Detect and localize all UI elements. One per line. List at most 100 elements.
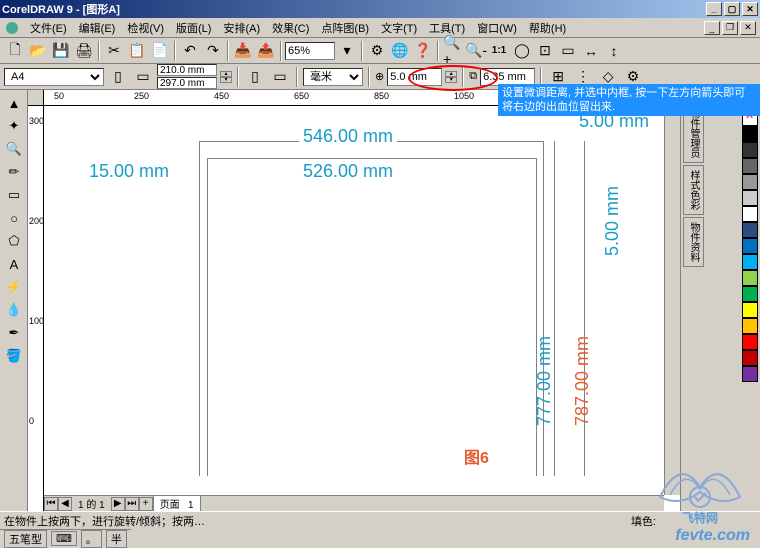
paper-size-select[interactable]: A4 (4, 68, 104, 86)
freehand-tool[interactable]: ✏ (2, 161, 26, 183)
menu-window[interactable]: 窗口(W) (471, 18, 523, 38)
minimize-button[interactable]: _ (706, 2, 722, 16)
text-tool[interactable]: A (2, 253, 26, 275)
zoom-out-button[interactable]: 🔍- (465, 40, 487, 62)
docker-tab-3[interactable]: 物件资料 (683, 217, 704, 267)
import-button[interactable]: 📥 (232, 40, 254, 62)
corel-online-button[interactable]: 🌐 (389, 40, 411, 62)
page-prev-button[interactable]: ◀ (58, 497, 72, 511)
redo-button[interactable]: ↷ (202, 40, 224, 62)
color-swatch[interactable] (742, 286, 758, 302)
drawing-canvas[interactable]: 546.00 mm 526.00 mm 15.00 mm 5.00 mm 5.0… (44, 106, 680, 511)
color-swatch[interactable] (742, 206, 758, 222)
color-swatch[interactable] (742, 142, 758, 158)
color-swatch[interactable] (742, 222, 758, 238)
save-button[interactable]: 💾 (50, 40, 72, 62)
nudge-input[interactable] (387, 68, 442, 86)
menu-text[interactable]: 文字(T) (375, 18, 423, 38)
page-first-button[interactable]: ⏮ (44, 497, 58, 511)
ime-punct-icon[interactable]: 。 (81, 530, 102, 548)
zoom-all-button[interactable]: ⊡ (534, 40, 556, 62)
page-add-button[interactable]: + (139, 497, 153, 511)
color-swatch[interactable] (742, 126, 758, 142)
workspace: ▲ ✦ 🔍 ✏ ▭ ○ ⬠ A ⚡ 💧 ✒ 🪣 50 250 450 650 8… (0, 90, 760, 511)
right-panel: ✕ 物件管理员 样式色彩 物件资料 ✕ (680, 90, 760, 511)
page-next-button[interactable]: ▶ (111, 497, 125, 511)
print-button[interactable]: 🖨 (73, 40, 95, 62)
export-button[interactable]: 📤 (255, 40, 277, 62)
zoom-tool[interactable]: 🔍 (2, 138, 26, 160)
vertical-ruler[interactable]: 300 200 100 0 (28, 106, 44, 511)
page-tab-1[interactable]: 页面 1 (153, 495, 201, 511)
zoom-in-button[interactable]: 🔍+ (442, 40, 464, 62)
rectangle-tool[interactable]: ▭ (2, 184, 26, 206)
zoom-input[interactable] (285, 42, 335, 60)
units-select[interactable]: 毫米 (303, 68, 363, 86)
page-last-button[interactable]: ⏭ (125, 497, 139, 511)
menu-arrange[interactable]: 安排(A) (217, 18, 266, 38)
spin-down[interactable]: ▾ (220, 77, 232, 83)
color-swatch[interactable] (742, 158, 758, 174)
landscape-button[interactable]: ▭ (132, 66, 154, 88)
color-swatch[interactable] (742, 334, 758, 350)
whatsthis-button[interactable]: ❓ (412, 40, 434, 62)
orient-landscape-icon[interactable]: ▭ (269, 66, 291, 88)
color-swatch[interactable] (742, 350, 758, 366)
ime-name[interactable]: 五笔型 (4, 530, 47, 548)
polygon-tool[interactable]: ⬠ (2, 230, 26, 252)
menu-bitmap[interactable]: 点阵图(B) (315, 18, 375, 38)
color-swatch[interactable] (742, 302, 758, 318)
eyedropper-tool[interactable]: 💧 (2, 299, 26, 321)
launch-button[interactable]: ⚙ (366, 40, 388, 62)
shape-tool[interactable]: ✦ (2, 115, 26, 137)
zoom-width-button[interactable]: ↔ (580, 40, 602, 62)
doc-close-button[interactable]: ✕ (740, 21, 756, 35)
menu-layout[interactable]: 版面(L) (170, 18, 217, 38)
ruler-origin[interactable] (28, 90, 44, 106)
outline-tool[interactable]: ✒ (2, 322, 26, 344)
color-swatch[interactable] (742, 318, 758, 334)
docker-tab-2[interactable]: 样式色彩 (683, 165, 704, 215)
portrait-button[interactable]: ▯ (107, 66, 129, 88)
color-swatch[interactable] (742, 254, 758, 270)
inner-frame-rect[interactable] (207, 158, 537, 476)
pick-tool[interactable]: ▲ (2, 92, 26, 114)
menu-help[interactable]: 帮助(H) (523, 18, 572, 38)
undo-button[interactable]: ↶ (179, 40, 201, 62)
doc-minimize-button[interactable]: _ (704, 21, 720, 35)
page-width-input[interactable] (157, 64, 217, 76)
zoom-sel-button[interactable]: ◯ (511, 40, 533, 62)
copy-button[interactable]: 📋 (126, 40, 148, 62)
page-height-input[interactable] (157, 77, 217, 89)
vertical-scrollbar[interactable] (664, 106, 680, 495)
canvas-area[interactable]: 50 250 450 650 850 1050 1250 1450 300 20… (28, 90, 680, 511)
menu-effects[interactable]: 效果(C) (266, 18, 315, 38)
interactive-tool[interactable]: ⚡ (2, 276, 26, 298)
menu-file[interactable]: 文件(E) (24, 18, 73, 38)
nudge-spin-down[interactable]: ▾ (445, 77, 457, 83)
maximize-button[interactable]: ▢ (724, 2, 740, 16)
zoom-page-button[interactable]: ▭ (557, 40, 579, 62)
fill-tool[interactable]: 🪣 (2, 345, 26, 367)
close-button[interactable]: ✕ (742, 2, 758, 16)
menu-view[interactable]: 检视(V) (121, 18, 170, 38)
color-swatch[interactable] (742, 366, 758, 382)
zoom-height-button[interactable]: ↕ (603, 40, 625, 62)
doc-restore-button[interactable]: ❐ (722, 21, 738, 35)
paste-button[interactable]: 📄 (149, 40, 171, 62)
open-button[interactable]: 📂 (27, 40, 49, 62)
ellipse-tool[interactable]: ○ (2, 207, 26, 229)
zoom-dropdown[interactable]: ▾ (336, 40, 358, 62)
color-swatch[interactable] (742, 174, 758, 190)
color-swatch[interactable] (742, 190, 758, 206)
ime-width-icon[interactable]: 半 (106, 530, 127, 548)
cut-button[interactable]: ✂ (103, 40, 125, 62)
color-swatch[interactable] (742, 238, 758, 254)
color-swatch[interactable] (742, 270, 758, 286)
orient-portrait-icon[interactable]: ▯ (244, 66, 266, 88)
zoom-actual-button[interactable]: 1:1 (488, 40, 510, 62)
ime-mode-icon[interactable]: ⌨ (51, 531, 77, 546)
menu-edit[interactable]: 编辑(E) (73, 18, 122, 38)
dup-offset-input[interactable] (480, 68, 535, 86)
new-button[interactable]: 🗋 (4, 40, 26, 62)
